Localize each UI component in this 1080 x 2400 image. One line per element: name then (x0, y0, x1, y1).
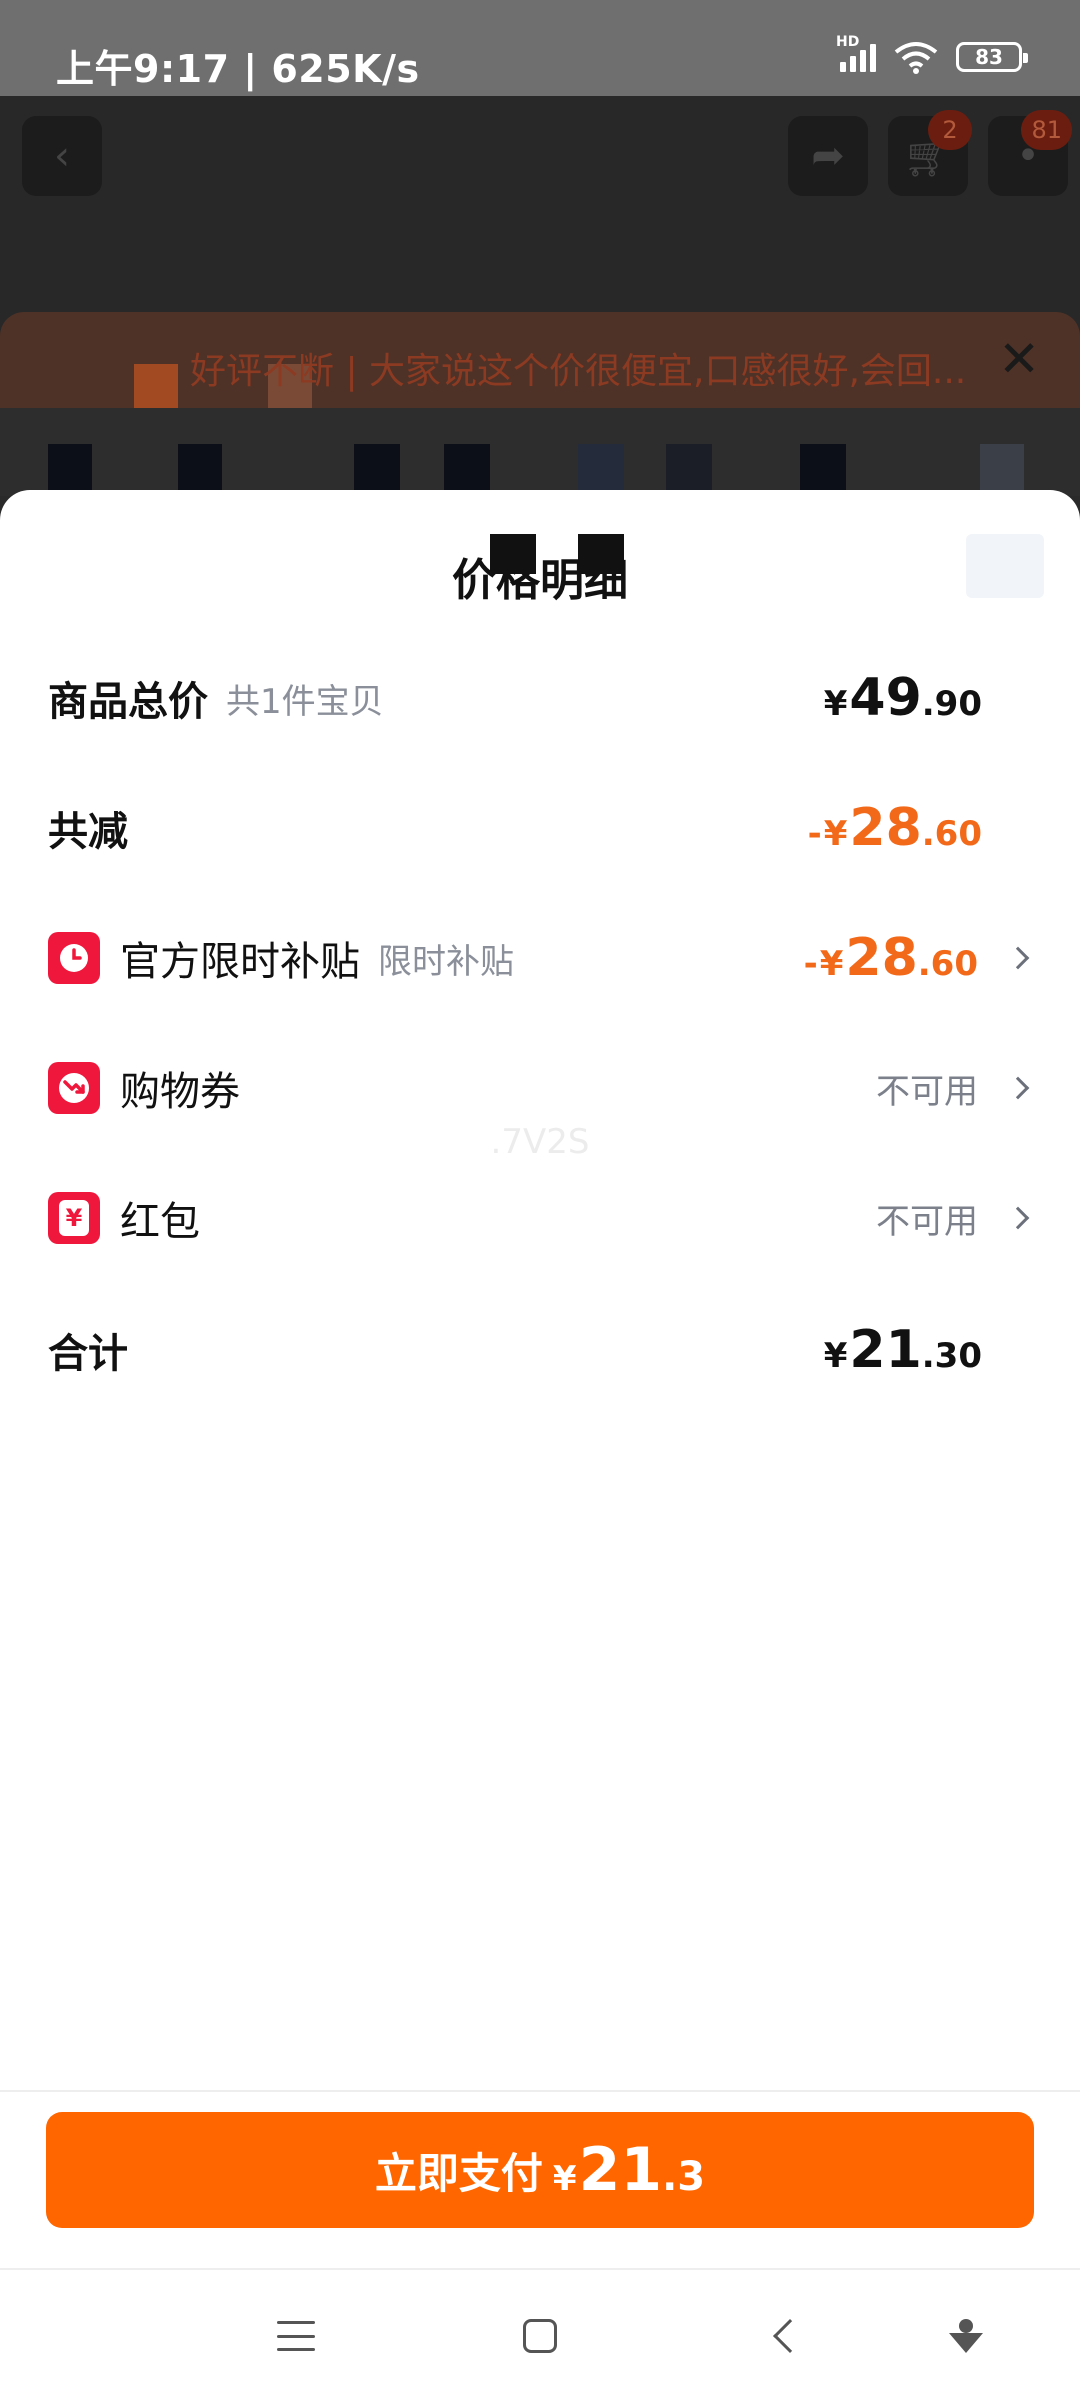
row-value: 不可用 (876, 1064, 1032, 1113)
total-goods-price: ¥ 49 .90 (824, 668, 982, 728)
signal-icon: HD (836, 34, 876, 72)
row-total-discount: 共减 - ¥ 28 .60 (48, 788, 1032, 868)
row-value: ¥ 21 .30 (824, 1320, 1032, 1380)
row-label: 购物券 (120, 1069, 240, 1115)
price-decimal: .60 (917, 944, 978, 984)
sheet-close-button[interactable] (966, 534, 1044, 598)
background-product-strip (0, 408, 1080, 496)
status-icons: HD 83 (836, 34, 1028, 74)
row-value: - ¥ 28 .60 (808, 798, 1032, 858)
coupon-status: 不可用 (876, 1071, 978, 1112)
notice-decor (134, 364, 178, 408)
currency-symbol: ¥ (552, 2159, 577, 2199)
coupon-arrow-icon (48, 1062, 100, 1114)
total-discount-amount: - ¥ 28 .60 (808, 798, 982, 858)
price-integer: 28 (845, 928, 918, 988)
price-integer: 21 (578, 2135, 663, 2205)
nav-back-button[interactable] (724, 2270, 844, 2400)
price-integer: 28 (849, 798, 922, 858)
pay-now-button[interactable]: 立即支付 ¥ 21 .3 (46, 2112, 1034, 2228)
row-coupon[interactable]: 购物券 不可用 (48, 1048, 1032, 1128)
menu-button[interactable] (236, 2270, 356, 2400)
price-decimal: .90 (921, 684, 982, 724)
battery-icon: 83 (956, 42, 1028, 72)
row-subtotal: 合计 ¥ 21 .30 (48, 1310, 1032, 1390)
review-notice-text: 好评不断 | 大家说这个价很便宜,口感很好,会回... (190, 351, 967, 392)
price-decimal: .3 (662, 2154, 706, 2200)
chevron-right-icon (1006, 946, 1030, 970)
pay-button-label: 立即支付 (374, 2148, 543, 2198)
row-sub-label: 限时补贴 (378, 941, 514, 982)
cart-button[interactable]: 🛒︎ 2 (888, 110, 972, 196)
menu-icon (277, 2321, 315, 2351)
title-redaction (578, 534, 624, 574)
row-label: 商品总价 (48, 679, 208, 725)
close-icon[interactable]: ✕ (998, 334, 1040, 384)
assistant-button[interactable] (906, 2270, 1026, 2400)
more-button[interactable]: • 81 (988, 110, 1072, 196)
cart-badge: 2 (928, 110, 972, 150)
price-decimal: .60 (921, 814, 982, 854)
row-value: - ¥ 28 .60 (804, 928, 1032, 988)
subsidy-amount: - ¥ 28 .60 (804, 928, 978, 988)
chevron-right-icon (1006, 1076, 1030, 1100)
subtotal-amount: ¥ 21 .30 (824, 1320, 982, 1380)
back-button[interactable]: ‹ (22, 116, 102, 196)
network-type-label: HD (836, 34, 860, 50)
row-label: 共减 (48, 809, 128, 855)
clock-icon (48, 932, 100, 984)
watermark: .7V2S (490, 1122, 590, 1162)
price-decimal: .30 (921, 1336, 982, 1376)
row-total-goods-price: 商品总价 共1件宝贝 ¥ 49 .90 (48, 658, 1032, 738)
home-icon (523, 2319, 557, 2353)
system-nav-bar (0, 2268, 1080, 2400)
title-redaction (490, 534, 536, 574)
share-button[interactable]: ➦ (788, 116, 868, 196)
assistant-icon (949, 2319, 983, 2353)
currency-symbol: ¥ (823, 1336, 848, 1376)
status-time: 上午9:17 | 625K/s (56, 47, 420, 91)
chevron-right-icon (1006, 1206, 1030, 1230)
status-bar: 上午9:17 | 625K/s HD 83 (0, 0, 1080, 96)
row-value: 不可用 (876, 1194, 1032, 1243)
sheet-title: 价格明细 (452, 555, 628, 606)
home-button[interactable] (480, 2270, 600, 2400)
price-integer: 49 (849, 668, 922, 728)
row-red-packet[interactable]: ¥ 红包 不可用 (48, 1178, 1032, 1258)
yen-icon: ¥ (48, 1192, 100, 1244)
pay-button-amount: ¥ 21 .3 (553, 2135, 705, 2205)
yen-glyph: ¥ (59, 1200, 89, 1236)
currency-symbol: ¥ (823, 814, 848, 854)
row-official-subsidy[interactable]: 官方限时补贴 限时补贴 - ¥ 28 .60 (48, 918, 1032, 998)
share-icon: ➦ (811, 133, 845, 179)
back-arrow-icon: ‹ (54, 133, 70, 179)
item-count-text: 共1件宝贝 (226, 681, 384, 722)
row-label: 红包 (120, 1199, 200, 1245)
red-packet-status: 不可用 (876, 1201, 978, 1242)
minus-sign: - (803, 944, 818, 984)
review-notice-bar: 好评不断 | 大家说这个价很便宜,口感很好,会回... ✕ (0, 312, 1080, 408)
currency-symbol: ¥ (823, 684, 848, 724)
wifi-icon (894, 42, 938, 74)
row-label: 合计 (48, 1331, 128, 1377)
minus-sign: - (807, 814, 822, 854)
price-integer: 21 (849, 1320, 922, 1380)
more-badge: 81 (1021, 110, 1072, 150)
pay-divider (0, 2090, 1080, 2092)
row-label: 官方限时补贴 (120, 939, 360, 985)
battery-level: 83 (975, 45, 1003, 69)
currency-symbol: ¥ (819, 944, 844, 984)
row-value: ¥ 49 .90 (824, 668, 1032, 728)
back-icon (773, 2319, 807, 2353)
